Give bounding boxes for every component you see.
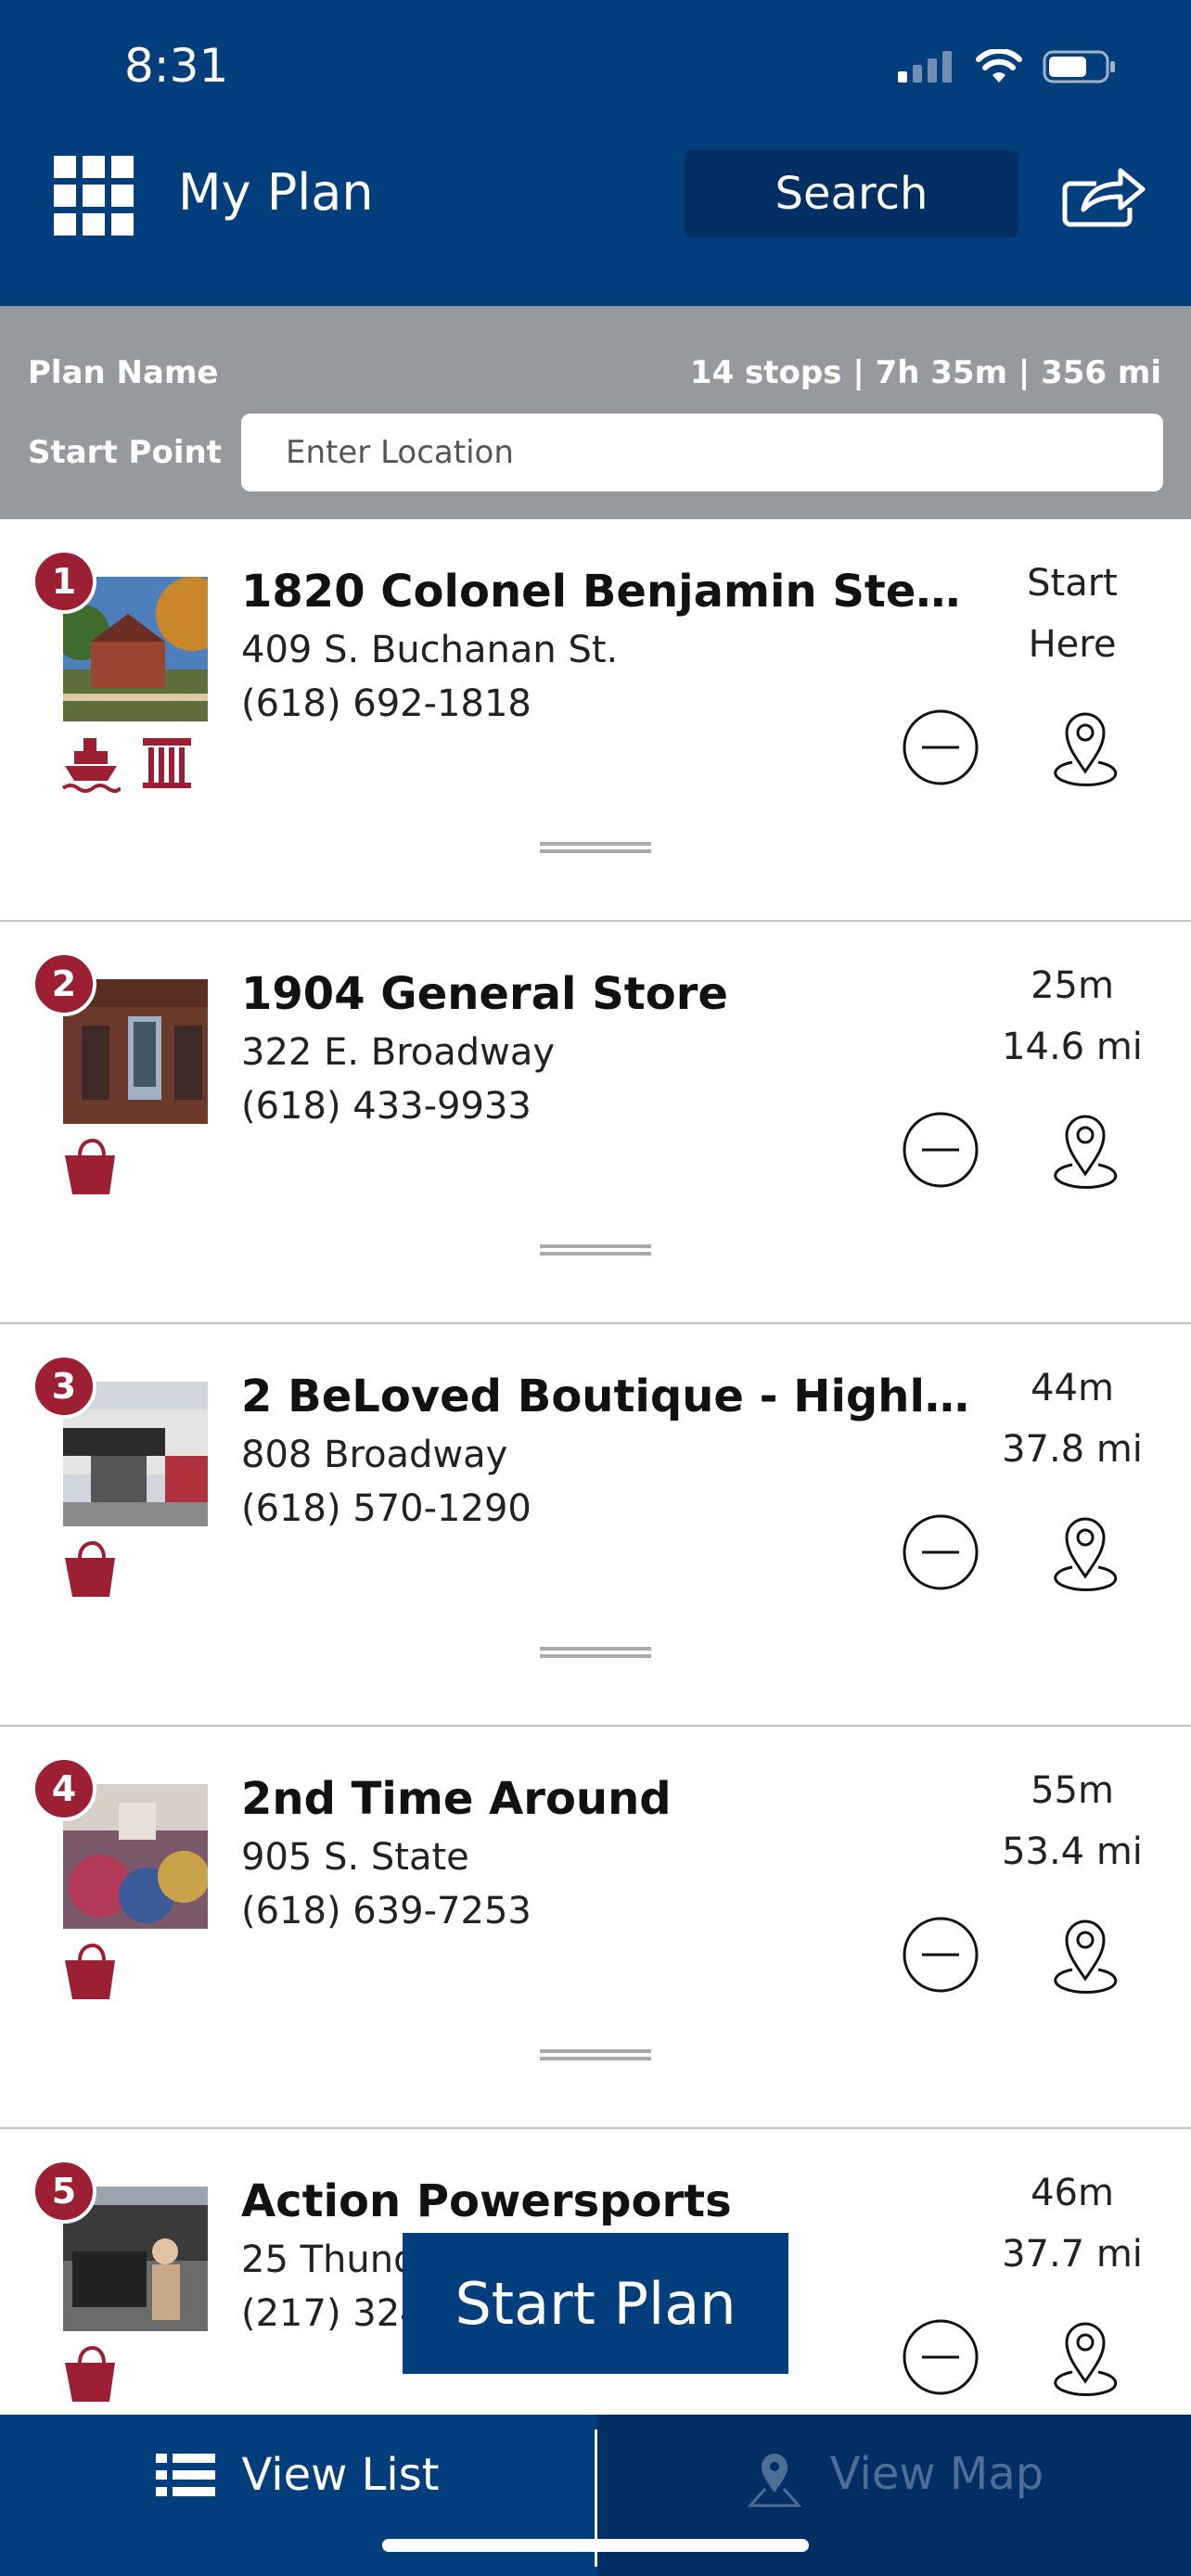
app-header: 8:31 My Plan Search bbox=[0, 0, 1191, 306]
stop-name[interactable]: 1820 Colonel Benjamin Stephen... bbox=[241, 566, 983, 618]
plan-stats: 14 stops | 7h 35m | 356 mi bbox=[689, 354, 1161, 391]
stop-item[interactable]: 1 1820 Colonel Benjamin Stephen... 409 S… bbox=[0, 519, 1191, 922]
plan-name-label[interactable]: Plan Name bbox=[28, 354, 218, 391]
stop-distance: 37.8 mi bbox=[1002, 1428, 1143, 1471]
shopping-bag-icon bbox=[65, 1540, 115, 1597]
stop-address: 25 Thund bbox=[241, 2238, 417, 2281]
shopping-bag-icon bbox=[65, 2345, 115, 2402]
stop-address: 808 Broadway bbox=[241, 1434, 508, 1476]
stop-number-badge: 4 bbox=[32, 1756, 96, 1821]
category-icons bbox=[61, 1539, 121, 1599]
share-icon[interactable] bbox=[1059, 159, 1148, 230]
stop-drive-time: 44m bbox=[1031, 1367, 1114, 1409]
map-pin-icon[interactable] bbox=[1044, 1910, 1126, 1994]
map-pin-icon[interactable] bbox=[1044, 1105, 1126, 1189]
stop-phone[interactable]: (618) 692-1818 bbox=[241, 682, 531, 725]
map-marker-icon bbox=[747, 2454, 802, 2507]
stop-name[interactable]: 2nd Time Around bbox=[241, 1773, 983, 1825]
map-pin-icon[interactable] bbox=[1044, 2313, 1126, 2396]
shopping-bag-icon bbox=[65, 1943, 115, 1999]
category-icons bbox=[61, 2344, 121, 2404]
cellular-signal-icon bbox=[898, 51, 952, 83]
list-icon bbox=[156, 2454, 216, 2496]
column-icon bbox=[143, 738, 191, 788]
stop-address: 409 S. Buchanan St. bbox=[241, 629, 619, 671]
category-icons bbox=[61, 1137, 121, 1196]
start-plan-button[interactable]: Start Plan bbox=[403, 2233, 788, 2374]
shopping-bag-icon bbox=[65, 1138, 115, 1194]
battery-icon bbox=[1043, 50, 1115, 83]
stop-item[interactable]: 2 1904 General Store 322 E. Broadway (61… bbox=[0, 922, 1191, 1324]
status-time: 8:31 bbox=[124, 39, 229, 93]
stop-address: 905 S. State bbox=[241, 1836, 469, 1879]
start-point-input[interactable] bbox=[241, 414, 1163, 491]
drag-handle[interactable] bbox=[540, 2047, 651, 2062]
stop-number-badge: 2 bbox=[32, 951, 96, 1016]
page-title: My Plan bbox=[178, 163, 374, 222]
stop-number-badge: 5 bbox=[32, 2159, 96, 2224]
wifi-icon bbox=[976, 49, 1022, 83]
stop-drive-time: 46m bbox=[1031, 2172, 1114, 2214]
stop-phone[interactable]: (618) 433-9933 bbox=[241, 1085, 531, 1128]
category-icons bbox=[61, 734, 193, 794]
remove-stop-icon[interactable] bbox=[902, 1916, 980, 1994]
stop-drive-time: 55m bbox=[1031, 1769, 1114, 1812]
tab-view-map-label: View Map bbox=[829, 2448, 1044, 2500]
remove-stop-icon[interactable] bbox=[902, 2318, 980, 2396]
map-pin-icon[interactable] bbox=[1044, 1508, 1126, 1591]
stop-distance: 14.6 mi bbox=[1002, 1026, 1143, 1068]
remove-stop-icon[interactable] bbox=[902, 708, 980, 786]
remove-stop-icon[interactable] bbox=[902, 1111, 980, 1189]
stop-phone[interactable]: (618) 639-7253 bbox=[241, 1890, 531, 1932]
remove-stop-icon[interactable] bbox=[902, 1513, 980, 1591]
stop-number-badge: 1 bbox=[32, 549, 96, 614]
drag-handle[interactable] bbox=[540, 840, 651, 855]
stop-distance: 37.7 mi bbox=[1002, 2233, 1143, 2276]
stop-drive-time: 25m bbox=[1031, 964, 1114, 1007]
stop-address: 322 E. Broadway bbox=[241, 1031, 556, 1074]
stop-distance: 53.4 mi bbox=[1002, 1830, 1143, 1873]
stop-number-badge: 3 bbox=[32, 1354, 96, 1419]
home-indicator bbox=[382, 2539, 809, 2552]
status-icons bbox=[898, 48, 1117, 85]
stop-item[interactable]: 3 2 BeLoved Boutique - Highland 808 Broa… bbox=[0, 1324, 1191, 1727]
stop-phone[interactable]: (217) 324 bbox=[241, 2292, 424, 2335]
tab-view-list[interactable]: View List bbox=[0, 2415, 596, 2535]
drag-handle[interactable] bbox=[540, 1645, 651, 1660]
stop-item[interactable]: 4 2nd Time Around 905 S. State (618) 639… bbox=[0, 1727, 1191, 2129]
boat-icon bbox=[61, 738, 121, 793]
stop-name[interactable]: 2 BeLoved Boutique - Highland bbox=[241, 1371, 983, 1422]
drag-handle[interactable] bbox=[540, 1243, 651, 1257]
stop-phone[interactable]: (618) 570-1290 bbox=[241, 1487, 531, 1530]
tab-view-list-label: View List bbox=[241, 2449, 440, 2501]
stop-name[interactable]: Action Powersports bbox=[241, 2175, 983, 2227]
stop-name[interactable]: 1904 General Store bbox=[241, 968, 983, 1020]
stop-distance: Here bbox=[1028, 623, 1117, 666]
menu-grid-icon[interactable] bbox=[54, 156, 134, 236]
category-icons bbox=[61, 1942, 121, 2001]
map-pin-icon[interactable] bbox=[1044, 703, 1126, 786]
search-button[interactable]: Search bbox=[685, 150, 1018, 237]
start-point-label: Start Point bbox=[28, 434, 222, 471]
stop-drive-time: Start bbox=[1027, 562, 1118, 605]
